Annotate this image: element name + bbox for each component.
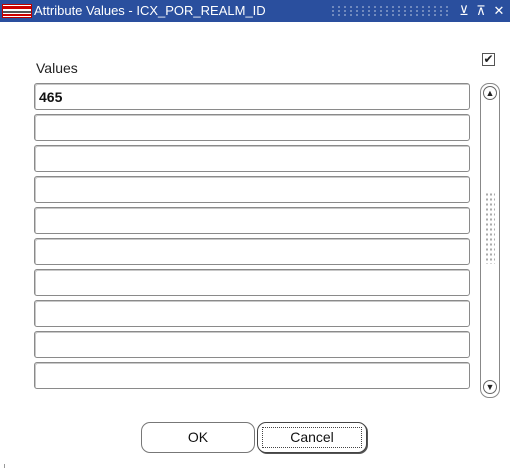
title-bar[interactable]: Attribute Values - ICX_POR_REALM_ID ⊻ ⊼ … [0,0,510,22]
value-field-4[interactable] [34,176,470,203]
scrollbar-thumb-grip[interactable] [485,192,495,264]
value-field-2[interactable] [34,114,470,141]
values-label: Values [36,60,78,76]
cancel-button[interactable]: Cancel [257,422,367,453]
focus-outline [262,427,362,448]
value-field-10[interactable] [34,362,470,389]
window-title: Attribute Values - ICX_POR_REALM_ID [34,3,266,18]
oracle-app-icon [2,4,32,18]
maximize-icon[interactable]: ⊼ [474,3,488,19]
scroll-up-icon[interactable]: ▲ [483,86,497,100]
value-field-8[interactable] [34,300,470,327]
ok-button-label: OK [187,429,209,445]
close-icon[interactable]: ✕ [492,3,506,19]
minimize-icon[interactable]: ⊻ [457,3,471,19]
checkbox[interactable]: ✔ [482,53,495,66]
value-field-5[interactable] [34,207,470,234]
value-field-7[interactable] [34,269,470,296]
value-field-1[interactable]: 465 [34,83,470,110]
value-field-9[interactable] [34,331,470,358]
value-field-6[interactable] [34,238,470,265]
title-bar-drag-pattern [330,5,450,17]
ok-button[interactable]: OK [141,422,255,453]
scroll-down-icon[interactable]: ▼ [483,380,497,394]
value-field-3[interactable] [34,145,470,172]
resize-marker [4,464,5,468]
